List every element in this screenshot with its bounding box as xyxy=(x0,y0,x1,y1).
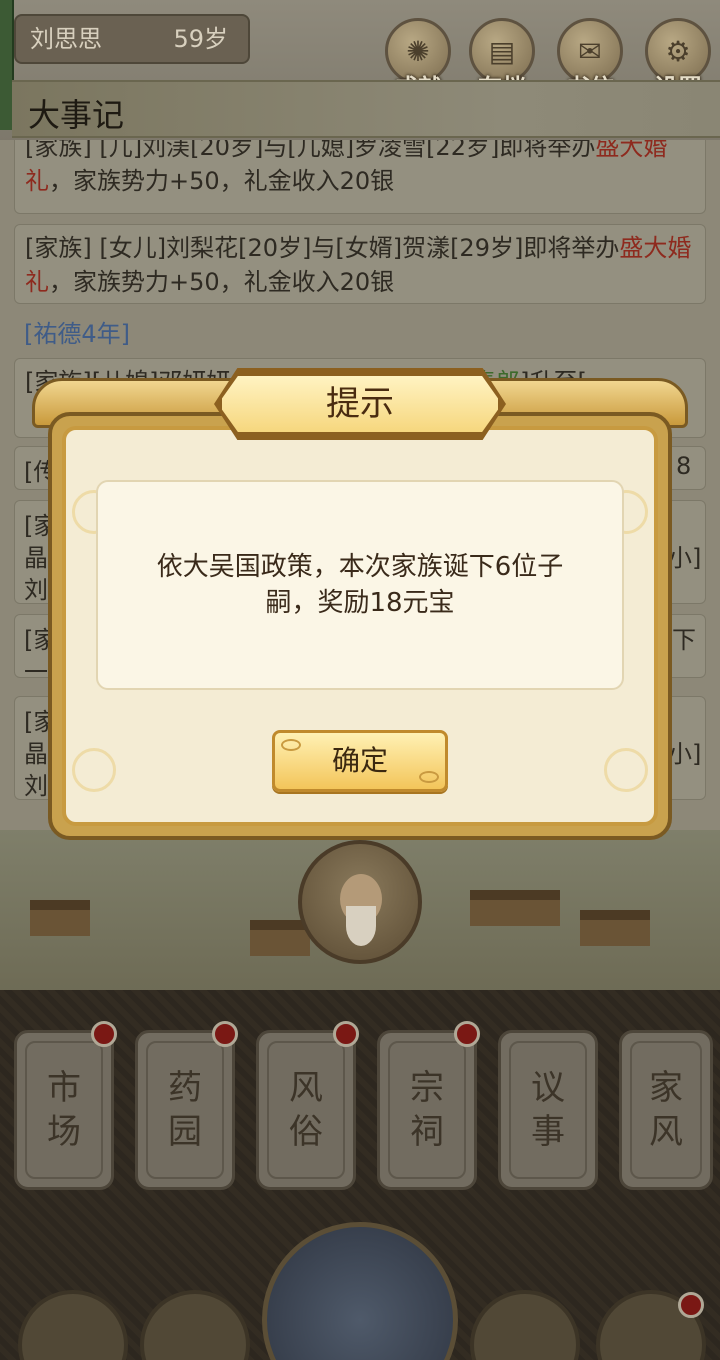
house-decoration xyxy=(470,890,560,926)
ancestral-hall-label: 宗祠 xyxy=(410,1068,444,1152)
confirm-button[interactable]: 确定 xyxy=(272,730,448,792)
section-header: 大事记 xyxy=(12,80,720,138)
customs-button[interactable]: 风俗 xyxy=(256,1021,359,1190)
log-fragment: 刘 xyxy=(24,576,48,604)
notification-dot xyxy=(454,1021,480,1047)
confirm-label: 确定 xyxy=(331,744,388,777)
cloud-pattern xyxy=(72,748,116,792)
log-item: [家族] [女儿]刘梨花[20岁]与[女婿]贺漾[29岁]即将举办盛大婚礼，家族… xyxy=(14,224,706,304)
log-text: ，家族势力+50，礼金收入20银 xyxy=(49,268,395,296)
log-fragment: 一 xyxy=(24,658,48,686)
cloud-pattern xyxy=(604,748,648,792)
house-decoration xyxy=(250,920,310,956)
notification-dot xyxy=(333,1021,359,1047)
section-title: 大事记 xyxy=(28,96,125,134)
house-decoration xyxy=(580,910,650,946)
family-style-label: 家风 xyxy=(649,1068,683,1152)
family-style-button[interactable]: 家风 xyxy=(619,1030,713,1190)
ornament-icon xyxy=(281,739,301,751)
market-button[interactable]: 市场 xyxy=(14,1021,117,1190)
elder-beard xyxy=(346,906,376,946)
log-text: ，家族势力+50，礼金收入20银 xyxy=(49,167,395,195)
log-fragment: 8 xyxy=(676,452,692,480)
log-text: [家族] [儿]刘渼[20岁]与[儿媳]罗凌雪[22岁]即将举办 xyxy=(25,140,596,161)
house-decoration xyxy=(30,900,90,936)
log-highlight: 盛大 xyxy=(595,140,644,161)
customs-label: 风俗 xyxy=(289,1068,323,1152)
log-highlight: 盛 xyxy=(619,234,644,262)
herb-garden-button[interactable]: 药园 xyxy=(135,1021,238,1190)
player-name: 刘思思 xyxy=(30,25,102,53)
notification-dot xyxy=(678,1292,704,1318)
dialog-message: 依大吴国政策，本次家族诞下6位子嗣，奖励18元宝 xyxy=(156,552,564,618)
herb-garden-label: 药园 xyxy=(168,1068,202,1152)
log-year: [祐德4年] xyxy=(24,320,130,348)
elder-portrait[interactable] xyxy=(298,840,422,964)
ancestral-hall-button[interactable]: 宗祠 xyxy=(377,1021,480,1190)
log-fragment: 小] xyxy=(668,740,702,768)
log-fragment: 刘 xyxy=(24,772,48,800)
log-text: [家族] [女儿]刘梨花[20岁]与[女婿]贺漾[29岁]即将举办 xyxy=(25,234,620,262)
council-button[interactable]: 议事 xyxy=(498,1030,598,1190)
log-fragment: 晶 xyxy=(24,740,48,768)
ornament-icon xyxy=(419,771,439,783)
council-label: 议事 xyxy=(531,1068,565,1152)
log-fragment: 晶 xyxy=(24,544,48,572)
log-fragment: 下 xyxy=(672,626,696,654)
log-item: [家族] [儿]刘渼[20岁]与[儿媳]罗凌雪[22岁]即将举办盛大婚礼，家族势… xyxy=(14,140,706,214)
player-age: 59岁 xyxy=(173,25,228,53)
player-name-plate[interactable]: 刘思思 59岁 xyxy=(14,14,250,64)
notification-dot xyxy=(91,1021,117,1047)
dialog-title: 提示 xyxy=(326,384,394,424)
dialog-message-box: 依大吴国政策，本次家族诞下6位子嗣，奖励18元宝 xyxy=(96,480,624,690)
log-fragment: 小] xyxy=(668,544,702,572)
market-label: 市场 xyxy=(47,1068,81,1152)
notification-dot xyxy=(212,1021,238,1047)
